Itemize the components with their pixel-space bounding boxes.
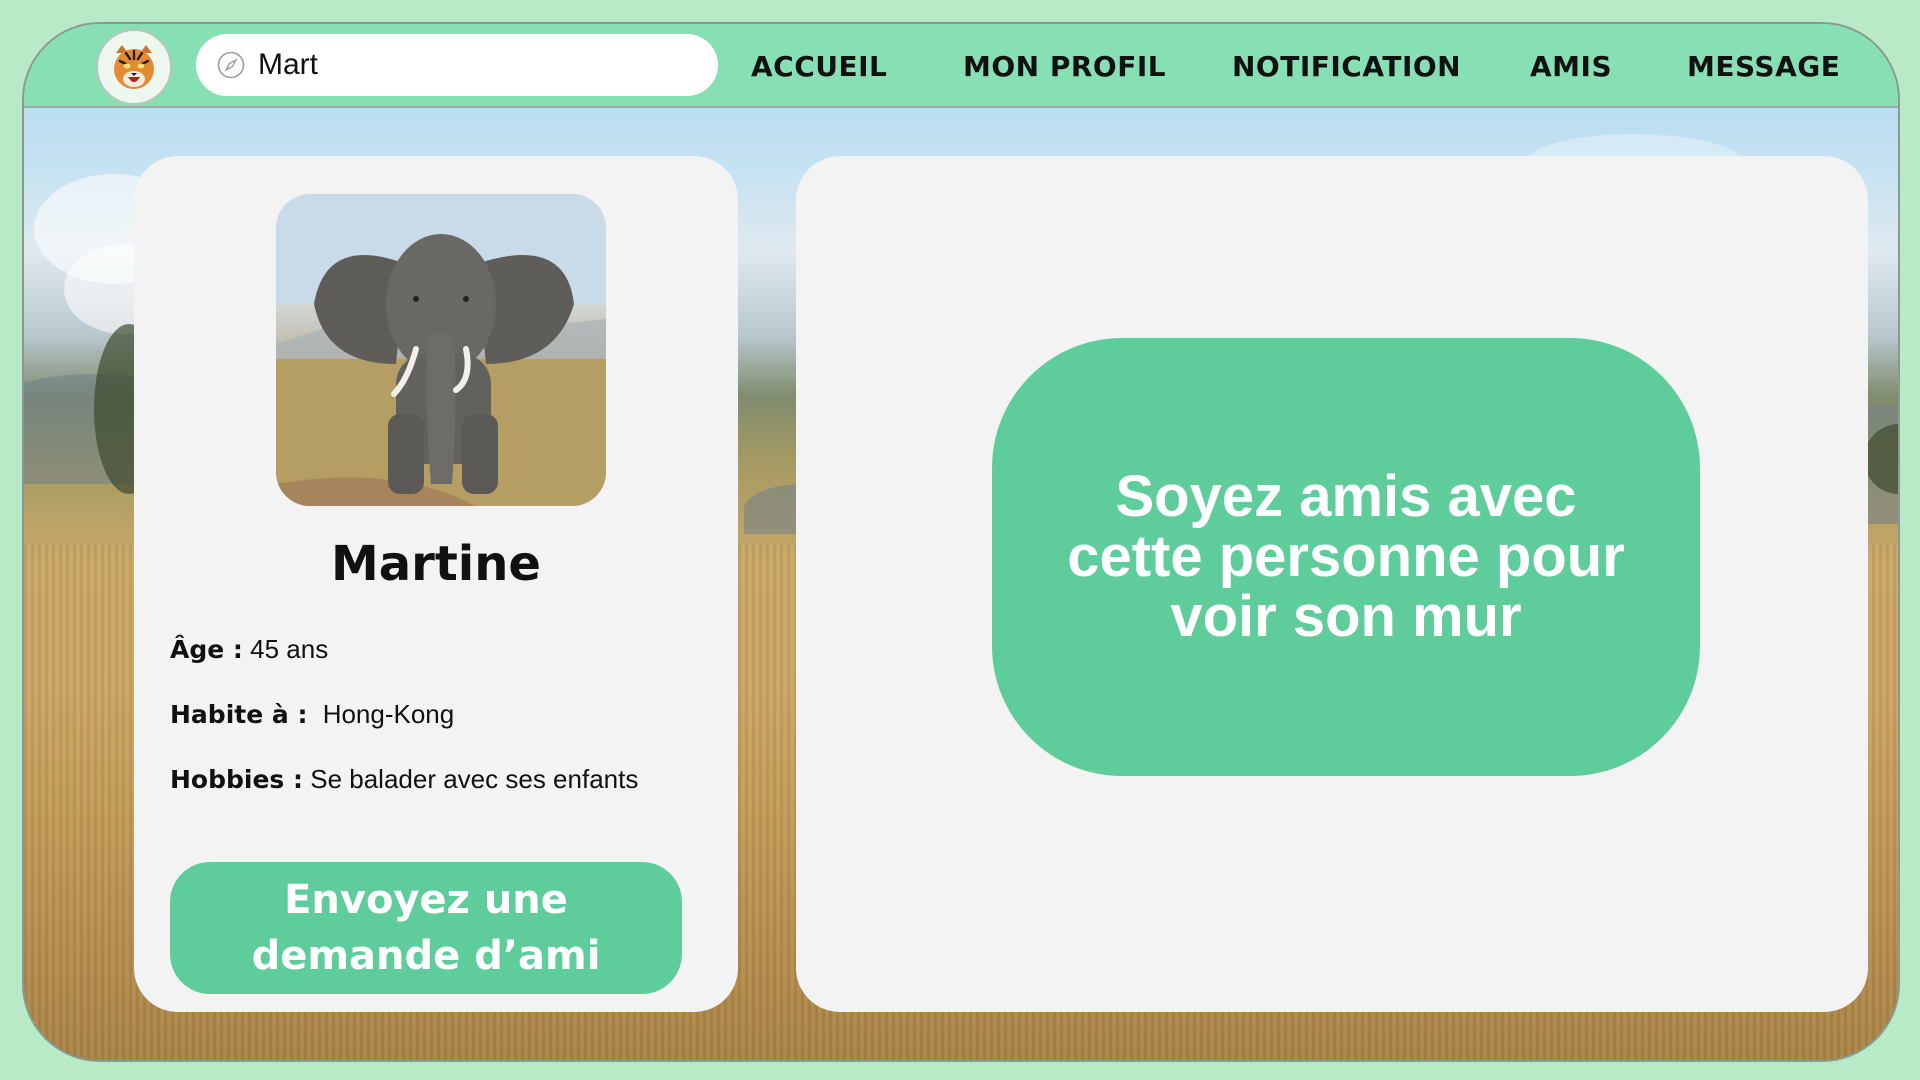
search-bar xyxy=(196,34,718,96)
profile-photo xyxy=(276,194,606,506)
profile-city: Habite à : Hong-Kong xyxy=(170,699,454,730)
nav-mon-profil[interactable]: MON PROFIL xyxy=(963,50,1166,83)
compass-search-icon xyxy=(216,50,246,80)
nav-amis[interactable]: AMIS xyxy=(1530,50,1612,83)
profile-card: Martine Âge : 45 ans Habite à : Hong-Kon… xyxy=(134,156,738,1012)
hobbies-label: Hobbies : xyxy=(170,765,303,794)
search-input[interactable] xyxy=(258,48,678,82)
nav-notification[interactable]: NOTIFICATION xyxy=(1232,50,1461,83)
nav-accueil[interactable]: ACCUEIL xyxy=(751,50,887,83)
wall-card: Soyez amis avec cette personne pour voir… xyxy=(796,156,1868,1012)
app-frame: ACCUEIL MON PROFIL NOTIFICATION AMIS MES… xyxy=(22,22,1900,1062)
age-label: Âge : xyxy=(170,635,243,664)
profile-hobbies: Hobbies : Se balader avec ses enfants xyxy=(170,764,638,795)
hobbies-value: Se balader avec ses enfants xyxy=(310,764,639,794)
age-value: 45 ans xyxy=(250,634,329,664)
city-value: Hong-Kong xyxy=(322,699,455,729)
tiger-logo-icon[interactable] xyxy=(96,29,172,105)
send-friend-request-button[interactable]: Envoyez une demande d’ami xyxy=(170,862,682,994)
nav-message[interactable]: MESSAGE xyxy=(1687,50,1840,83)
profile-name: Martine xyxy=(331,536,541,592)
wall-locked-message: Soyez amis avec cette personne pour voir… xyxy=(992,338,1700,776)
profile-age: Âge : 45 ans xyxy=(170,634,328,665)
top-navbar: ACCUEIL MON PROFIL NOTIFICATION AMIS MES… xyxy=(24,24,1898,108)
city-label: Habite à : xyxy=(170,700,308,729)
